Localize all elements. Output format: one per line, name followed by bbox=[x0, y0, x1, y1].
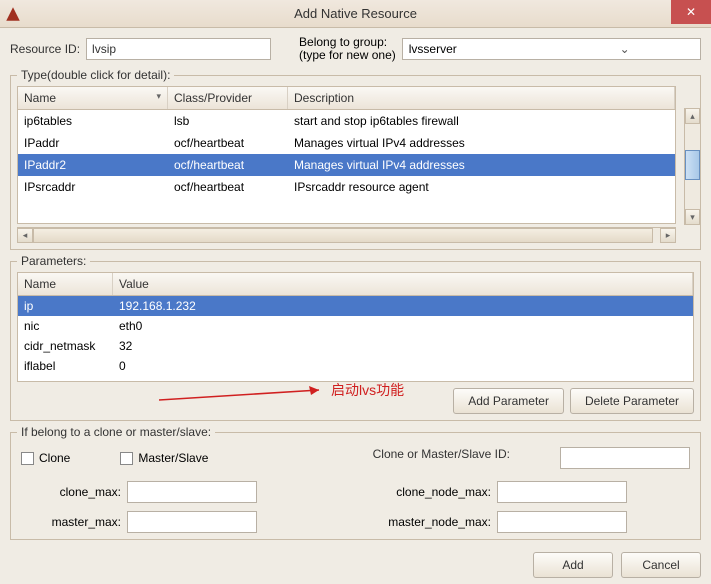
master-slave-checkbox[interactable]: Master/Slave bbox=[120, 447, 208, 469]
type-vscrollbar[interactable]: ▴ ▾ bbox=[684, 108, 700, 225]
type-grid-header: Name▾ Class/Provider Description bbox=[18, 87, 675, 110]
type-hscrollbar[interactable]: ◂ ▸ bbox=[17, 227, 676, 243]
delete-parameter-button[interactable]: Delete Parameter bbox=[570, 388, 694, 414]
table-row[interactable]: IPaddrocf/heartbeatManages virtual IPv4 … bbox=[18, 132, 675, 154]
clone-checkbox[interactable]: Clone bbox=[21, 447, 70, 469]
table-row[interactable]: cidr_netmask32 bbox=[18, 336, 693, 356]
type-grid[interactable]: Name▾ Class/Provider Description ip6tabl… bbox=[17, 86, 676, 224]
belong-label-2: (type for new one) bbox=[299, 49, 396, 62]
scroll-left-icon[interactable]: ◂ bbox=[17, 228, 33, 243]
type-legend: Type(double click for detail): bbox=[17, 68, 174, 82]
clone-node-max-input[interactable] bbox=[497, 481, 627, 503]
resource-id-input[interactable] bbox=[86, 38, 271, 60]
scroll-up-icon[interactable]: ▴ bbox=[685, 108, 700, 124]
scroll-right-icon[interactable]: ▸ bbox=[660, 228, 676, 243]
clone-legend: If belong to a clone or master/slave: bbox=[17, 425, 215, 439]
param-grid-header: Name Value bbox=[18, 273, 693, 296]
close-button[interactable]: ✕ bbox=[671, 0, 711, 24]
chevron-down-icon: ⌄ bbox=[551, 40, 698, 58]
window-title: Add Native Resource bbox=[294, 6, 417, 21]
table-row[interactable]: ip192.168.1.232 bbox=[18, 296, 693, 316]
master-max-input[interactable] bbox=[127, 511, 257, 533]
parameters-fieldset: Parameters: Name Value ip192.168.1.232ni… bbox=[10, 254, 701, 421]
param-grid[interactable]: Name Value ip192.168.1.232niceth0cidr_ne… bbox=[17, 272, 694, 382]
table-row[interactable]: iflabel0 bbox=[18, 356, 693, 376]
add-parameter-button[interactable]: Add Parameter bbox=[453, 388, 564, 414]
table-row[interactable]: niceth0 bbox=[18, 316, 693, 336]
titlebar: Add Native Resource ✕ bbox=[0, 0, 711, 28]
clone-node-max-label: clone_node_max: bbox=[327, 485, 497, 499]
cancel-button[interactable]: Cancel bbox=[621, 552, 701, 578]
annotation-text: 启动lvs功能 bbox=[331, 380, 404, 400]
clone-max-input[interactable] bbox=[127, 481, 257, 503]
clone-id-input[interactable] bbox=[560, 447, 690, 469]
type-fieldset: Type(double click for detail): Name▾ Cla… bbox=[10, 68, 701, 250]
belong-group-select[interactable]: lvsserver ⌄ bbox=[402, 38, 701, 60]
parameters-legend: Parameters: bbox=[17, 254, 90, 268]
clone-fieldset: If belong to a clone or master/slave: Cl… bbox=[10, 425, 701, 540]
master-node-max-input[interactable] bbox=[497, 511, 627, 533]
master-max-label: master_max: bbox=[17, 515, 127, 529]
add-button[interactable]: Add bbox=[533, 552, 613, 578]
app-icon bbox=[4, 5, 22, 23]
scroll-down-icon[interactable]: ▾ bbox=[685, 209, 700, 225]
table-row[interactable]: IPsrcaddrocf/heartbeatIPsrcaddr resource… bbox=[18, 176, 675, 198]
table-row[interactable]: IPaddr2ocf/heartbeatManages virtual IPv4… bbox=[18, 154, 675, 176]
master-node-max-label: master_node_max: bbox=[327, 515, 497, 529]
clone-id-label: Clone or Master/Slave ID: bbox=[373, 447, 510, 469]
clone-max-label: clone_max: bbox=[17, 485, 127, 499]
resource-id-label: Resource ID: bbox=[10, 42, 80, 56]
table-row[interactable]: ip6tableslsbstart and stop ip6tables fir… bbox=[18, 110, 675, 132]
sort-icon[interactable]: ▾ bbox=[156, 91, 161, 105]
annotation-arrow bbox=[159, 386, 329, 404]
